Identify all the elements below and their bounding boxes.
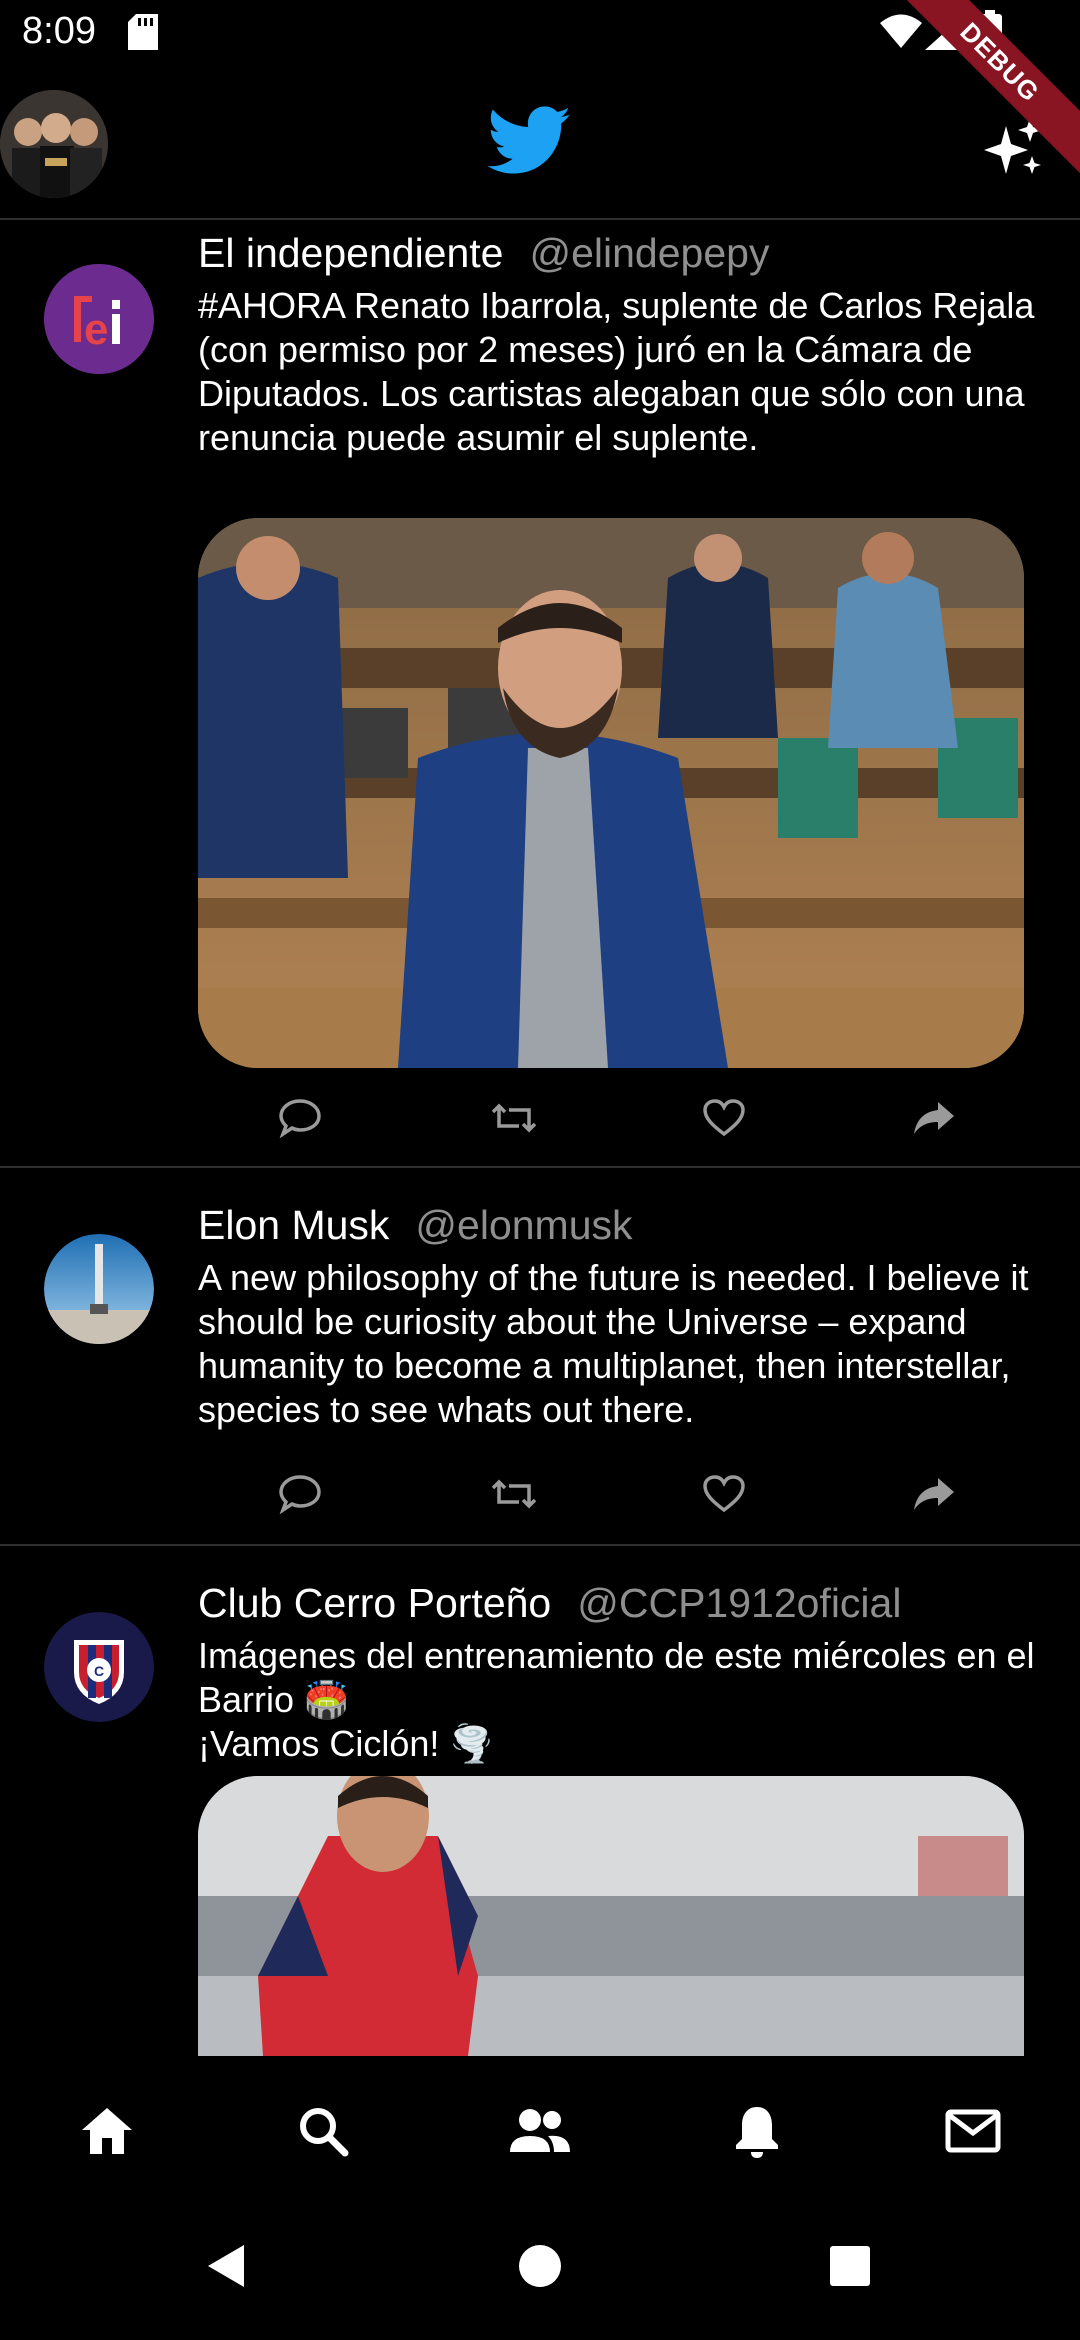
status-time: 8:09 <box>22 10 96 52</box>
reply-icon[interactable] <box>270 1464 330 1524</box>
messages-icon[interactable] <box>938 2096 1008 2166</box>
retweet-icon[interactable] <box>484 1464 544 1524</box>
bottom-navigation <box>0 2056 1080 2196</box>
tweet-avatar[interactable]: C <box>44 1612 154 1722</box>
svg-text:e: e <box>84 305 108 354</box>
tweet-media-image[interactable] <box>198 518 1024 1068</box>
tweet-author-handle[interactable]: @elindepepy <box>529 230 769 276</box>
system-navigation <box>0 2196 1080 2340</box>
people-icon[interactable] <box>505 2096 575 2166</box>
like-icon[interactable] <box>694 1088 754 1148</box>
home-circle-icon[interactable] <box>510 2236 570 2296</box>
like-icon[interactable] <box>694 1464 754 1524</box>
share-icon[interactable] <box>904 1088 964 1148</box>
chamber-photo <box>198 518 1024 1068</box>
twitter-bird-icon <box>488 106 571 174</box>
tweet-header: El independiente @elindepepy <box>198 230 769 277</box>
tweet-text: #AHORA Renato Ibarrola, suplente de Carl… <box>198 285 1035 458</box>
tweet[interactable]: Elon Musk @elonmusk A new philosophy of t… <box>0 1170 1080 1546</box>
profile-avatar[interactable] <box>0 90 108 198</box>
tweet-author-name[interactable]: El independiente <box>198 230 503 276</box>
tweet-actions <box>0 1464 1080 1524</box>
recents-icon[interactable] <box>820 2236 880 2296</box>
tweet-actions <box>0 1088 1080 1148</box>
tweet-header: Elon Musk @elonmusk <box>198 1202 633 1249</box>
tweet[interactable]: e El independiente @elindepepy #AHORA Ren… <box>0 222 1080 1168</box>
home-icon[interactable] <box>72 2096 142 2166</box>
tweet-text: A new philosophy of the future is needed… <box>198 1257 1029 1430</box>
tweet-text: Imágenes del entrenamiento de este miérc… <box>198 1635 1035 1764</box>
svg-text:C: C <box>94 1663 104 1679</box>
reply-icon[interactable] <box>270 1088 330 1148</box>
sd-card-icon <box>128 14 158 50</box>
profile-photo <box>0 90 108 198</box>
elon-musk-avatar <box>44 1234 154 1344</box>
tweet-author-name[interactable]: Elon Musk <box>198 1202 389 1248</box>
tweet[interactable]: C Club Cerro Porteño @CCP1912oficial Imág… <box>0 1548 1080 2056</box>
tweet-author-handle[interactable]: @elonmusk <box>415 1202 632 1248</box>
tweet-author-handle[interactable]: @CCP1912oficial <box>577 1580 901 1626</box>
el-independiente-logo: e <box>44 264 154 374</box>
tweet-avatar[interactable]: e <box>44 264 154 374</box>
tweet-header: Club Cerro Porteño @CCP1912oficial <box>198 1580 901 1627</box>
retweet-icon[interactable] <box>484 1088 544 1148</box>
tweet-avatar[interactable] <box>44 1234 154 1344</box>
cerro-porteno-crest: C <box>44 1612 154 1722</box>
training-photo <box>198 1776 1024 2056</box>
notifications-icon[interactable] <box>722 2096 792 2166</box>
search-icon[interactable] <box>288 2096 358 2166</box>
tweet-author-name[interactable]: Club Cerro Porteño <box>198 1580 551 1626</box>
wifi-icon <box>880 14 922 48</box>
back-icon[interactable] <box>196 2236 256 2296</box>
app-bar <box>0 66 1080 220</box>
share-icon[interactable] <box>904 1464 964 1524</box>
tweet-media-image[interactable] <box>198 1776 1024 2056</box>
